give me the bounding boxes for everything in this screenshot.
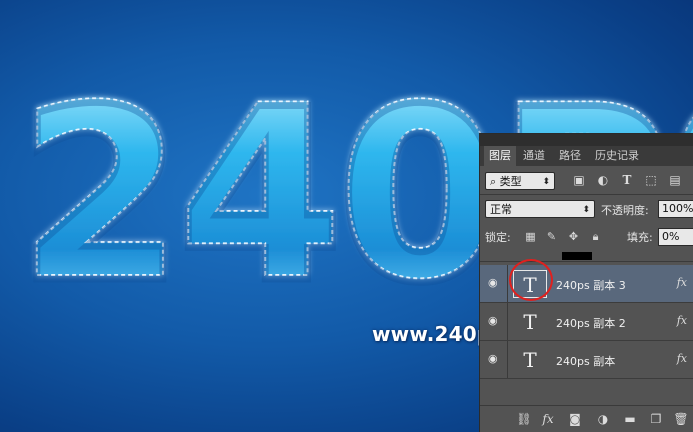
annotation-circle [509, 259, 553, 301]
lock-position-icon[interactable]: ✥ [567, 230, 580, 243]
tab-paths[interactable]: 路径 [554, 146, 586, 166]
layer-row-copy-2[interactable]: ◉ T 240ps 副本 2 fx [480, 303, 693, 341]
smart-object-filter-icon[interactable]: ▤ [668, 173, 682, 187]
search-icon: ⌕ [490, 175, 497, 188]
layer-name[interactable]: 240ps 副本 2 [556, 315, 626, 331]
opacity-field[interactable]: 100% [658, 200, 693, 218]
lock-label: 锁定: [485, 231, 511, 244]
opacity-label: 不透明度: [601, 204, 649, 217]
divider [480, 261, 693, 262]
layer-name[interactable]: 240ps 副本 3 [556, 277, 626, 293]
folder-icon[interactable]: ▬ [622, 411, 638, 427]
chevron-updown-icon: ⬍ [542, 177, 550, 187]
lock-transparent-pixels-icon[interactable]: ▦ [524, 230, 537, 243]
panel-title-strip [480, 134, 693, 146]
divider [480, 194, 693, 195]
divider [507, 265, 508, 302]
lock-all-icon[interactable]: 🔒︎ [589, 230, 602, 243]
fx-icon[interactable]: fx [540, 411, 556, 427]
type-layer-thumbnail: T [523, 348, 537, 372]
layer-name[interactable]: 240ps 副本 [556, 353, 615, 369]
blend-mode-select[interactable]: 正常 ⬍ [485, 200, 595, 218]
type-filter-icon[interactable]: T [620, 173, 634, 187]
type-layer-thumbnail: T [523, 310, 537, 334]
adjustment-filter-icon[interactable]: ◐ [596, 173, 610, 187]
layer-row-copy[interactable]: ◉ T 240ps 副本 fx [480, 341, 693, 379]
tab-layers[interactable]: 图层 [484, 146, 516, 166]
filter-kind-label: 类型 [499, 175, 522, 188]
blend-mode-value: 正常 [490, 203, 512, 216]
divider [507, 303, 508, 340]
fill-field[interactable]: 0% [658, 228, 693, 246]
new-layer-icon[interactable]: ❐ [648, 411, 664, 427]
layer-thumbnail-strip [562, 252, 592, 260]
panel-bottom-toolbar: ⛓︎ fx ◙ ◑ ▬ ❐ 🗑︎ [480, 405, 693, 432]
chevron-updown-icon: ⬍ [582, 205, 590, 215]
trash-icon[interactable]: 🗑︎ [673, 411, 689, 427]
link-icon[interactable]: ⛓︎ [516, 411, 532, 427]
tab-channels[interactable]: 通道 [518, 146, 550, 166]
panel-tabs: 图层 通道 路径 历史记录 [480, 134, 693, 166]
fill-label: 填充: [627, 231, 653, 244]
image-filter-icon[interactable]: ▣ [572, 173, 586, 187]
lock-image-pixels-icon[interactable]: ✎ [545, 230, 558, 243]
tab-history[interactable]: 历史记录 [590, 146, 644, 166]
layer-effects-icon[interactable]: fx [677, 352, 687, 365]
layer-effects-icon[interactable]: fx [677, 314, 687, 327]
filter-kind-select[interactable]: ⌕ 类型 ⬍ [485, 172, 555, 190]
adjustment-icon[interactable]: ◑ [595, 411, 611, 427]
mask-icon[interactable]: ◙ [567, 411, 583, 427]
divider [507, 341, 508, 378]
eye-icon[interactable]: ◉ [488, 353, 500, 365]
layer-effects-icon[interactable]: fx [677, 276, 687, 289]
eye-icon[interactable]: ◉ [488, 277, 500, 289]
eye-icon[interactable]: ◉ [488, 315, 500, 327]
shape-filter-icon[interactable]: ⬚ [644, 173, 658, 187]
